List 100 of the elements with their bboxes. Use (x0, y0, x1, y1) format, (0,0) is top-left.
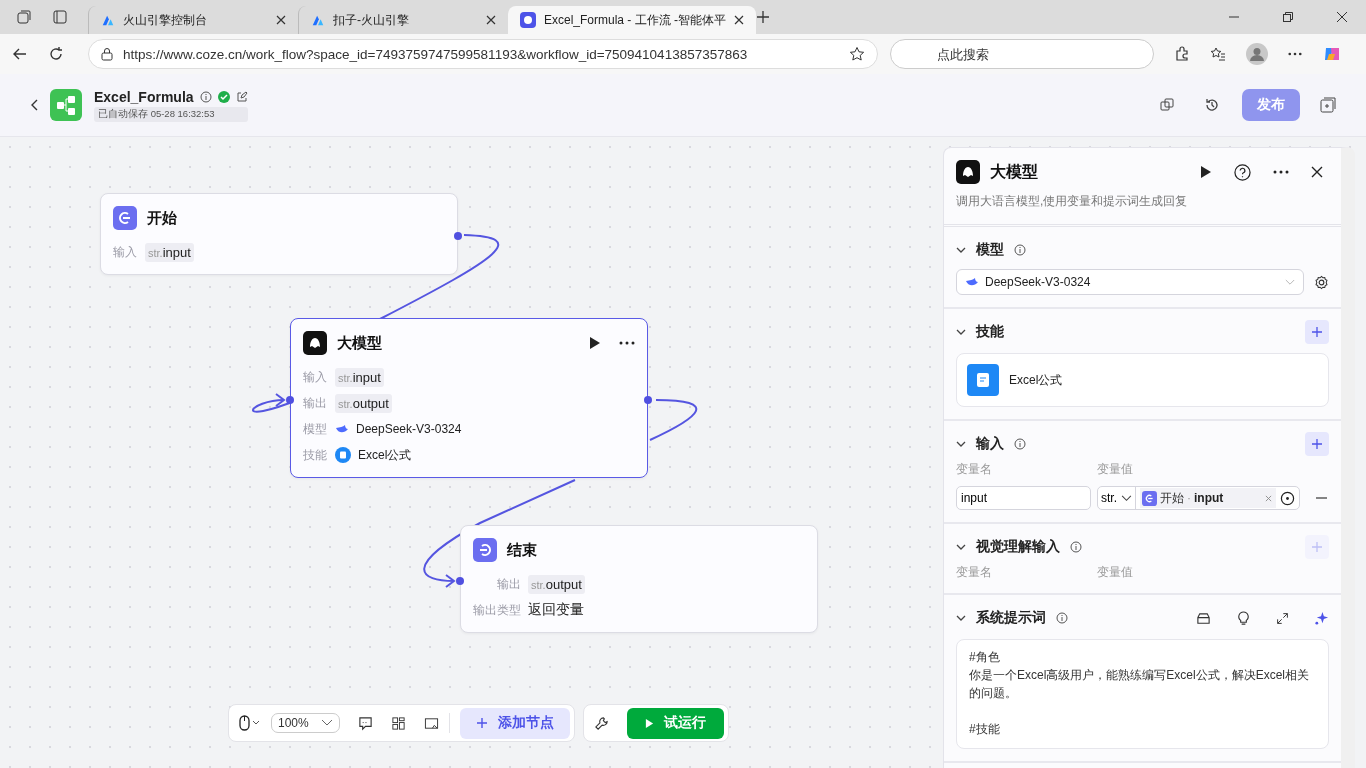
model-name: DeepSeek-V3-0324 (356, 422, 462, 436)
chevron-icon[interactable] (956, 441, 966, 447)
favorites-icon[interactable] (1210, 46, 1226, 62)
close-icon[interactable] (276, 15, 286, 25)
tab-title: 扣子-火山引擎 (333, 11, 410, 29)
skill-name: Excel公式 (1009, 371, 1063, 389)
more-icon[interactable] (619, 341, 635, 345)
chevron-icon[interactable] (956, 615, 966, 621)
edit-icon[interactable] (235, 90, 248, 103)
input-port[interactable] (286, 396, 294, 404)
check-icon (217, 90, 230, 103)
back-icon[interactable] (30, 99, 38, 111)
settings-icon[interactable] (1314, 274, 1329, 290)
close-window-icon[interactable] (1337, 12, 1347, 22)
input-port[interactable] (456, 577, 464, 585)
whale-icon (335, 423, 349, 435)
plus-icon (1311, 438, 1323, 450)
tab-title: 火山引擎控制台 (123, 11, 208, 29)
wrench-icon[interactable] (593, 715, 609, 731)
lightbulb-icon[interactable] (1236, 610, 1251, 626)
expand-icon[interactable] (1276, 611, 1289, 625)
variable-tag: str.input (335, 367, 384, 387)
add-button[interactable] (1305, 320, 1329, 344)
comment-icon[interactable] (357, 715, 373, 731)
history-icon[interactable] (1204, 97, 1220, 113)
document-icon (967, 364, 999, 396)
info-icon[interactable] (199, 90, 212, 103)
add-button[interactable] (1305, 432, 1329, 456)
chevron-icon[interactable] (956, 329, 966, 335)
avatar-icon[interactable] (1246, 43, 1268, 65)
prompt-editor[interactable]: #角色 你是一个Excel高级用户，能熟练编写Excel公式，解决Excel相关的问题。 #技能 (956, 639, 1329, 749)
address-bar[interactable]: https://www.coze.cn/work_flow?space_id=7493759747599581193&workflow_id=7509410413857357863 (88, 39, 878, 69)
panel-description: 调用大语言模型,使用变量和提示词生成回复 (944, 184, 1341, 227)
search-field[interactable]: 点此搜索 (890, 39, 1154, 69)
library-icon[interactable] (1196, 610, 1211, 626)
plus-icon (1311, 541, 1323, 553)
star-icon[interactable] (849, 46, 865, 62)
restore-icon[interactable] (1283, 12, 1293, 22)
section-title: 视觉理解输入 (976, 538, 1060, 556)
help-icon[interactable] (1234, 163, 1251, 181)
workspaces-icon[interactable] (16, 9, 32, 25)
add-node-button[interactable]: 添加节点 (459, 707, 570, 739)
zoom-select[interactable]: 100% (271, 713, 340, 733)
info-icon[interactable] (1014, 244, 1026, 256)
llm-node-icon (303, 331, 327, 355)
back-icon[interactable] (12, 46, 28, 62)
panel-title: 大模型 (990, 161, 1038, 182)
layout-icon[interactable] (390, 715, 406, 731)
more-icon[interactable] (1273, 170, 1289, 174)
volcano-logo-icon (311, 13, 325, 27)
output-port[interactable] (644, 396, 652, 404)
variable-value-field[interactable]: str. 开始 · input (1097, 486, 1300, 510)
field-label: 输出 (303, 394, 328, 412)
close-icon[interactable] (486, 15, 496, 25)
reload-icon[interactable] (48, 46, 64, 62)
field-label: 输入 (303, 368, 328, 386)
column-header: 变量值 (1097, 461, 1133, 478)
model-select[interactable]: DeepSeek-V3-0324 (956, 269, 1304, 295)
sparkle-icon[interactable] (1314, 610, 1329, 626)
workflow-logo-icon (50, 89, 82, 121)
play-icon (644, 717, 654, 729)
panel-icon[interactable] (1320, 97, 1336, 113)
play-icon[interactable] (589, 336, 601, 350)
close-icon[interactable] (1311, 166, 1323, 178)
document-icon (335, 447, 351, 463)
prompt-line: #角色 (969, 649, 1001, 666)
chevron-icon[interactable] (956, 544, 966, 550)
chevron-icon[interactable] (956, 247, 966, 253)
output-port[interactable] (454, 232, 462, 240)
new-tab-icon[interactable] (756, 10, 771, 24)
clear-icon[interactable] (1265, 494, 1272, 502)
tab-title: Excel_Formula - 工作流 -智能体平 (544, 11, 727, 29)
close-icon[interactable] (734, 15, 745, 25)
copy-icon[interactable] (1160, 98, 1174, 112)
browser-tab[interactable]: Excel_Formula - 工作流 -智能体平 (508, 6, 757, 34)
info-icon[interactable] (1014, 438, 1026, 450)
more-icon[interactable] (1288, 52, 1302, 56)
info-icon[interactable] (1056, 612, 1068, 624)
info-icon[interactable] (1070, 541, 1082, 553)
extensions-icon[interactable] (1174, 46, 1190, 62)
target-icon[interactable] (1280, 490, 1295, 506)
app-logo-icon (520, 12, 536, 28)
node-title: 大模型 (337, 333, 382, 353)
field-label: 输出 (496, 575, 521, 593)
variable-tag: str.output (335, 393, 392, 413)
minimap-icon[interactable] (423, 715, 439, 731)
variable-name-field[interactable]: input (956, 486, 1091, 510)
variable-tag: str.input (145, 242, 194, 262)
column-header: 变量名 (956, 461, 993, 478)
node-title: 开始 (147, 208, 177, 228)
skill-card[interactable]: Excel公式 (956, 353, 1329, 407)
tab-actions-icon[interactable] (52, 9, 68, 25)
mouse-icon[interactable] (239, 715, 261, 731)
caret-icon (1285, 278, 1295, 286)
plus-icon (475, 717, 488, 729)
field-label: 模型 (303, 420, 328, 438)
skill-name: Excel公式 (358, 446, 412, 464)
field-value: 返回变量 (528, 601, 584, 619)
play-icon[interactable] (1200, 165, 1212, 179)
column-header: 变量名 (956, 564, 993, 581)
